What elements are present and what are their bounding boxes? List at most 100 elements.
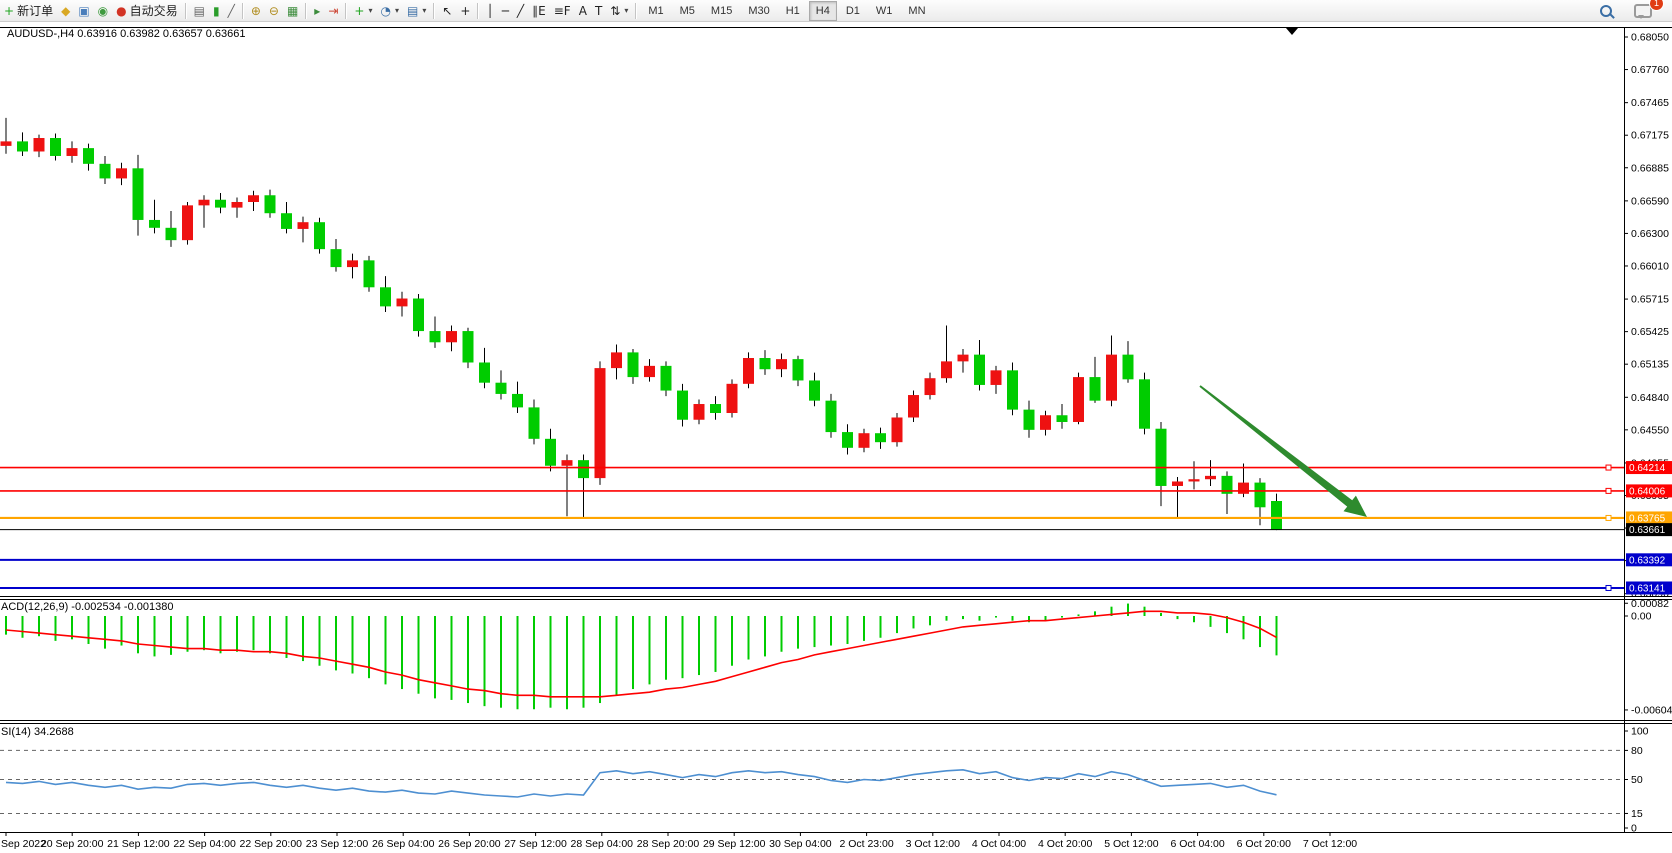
horizontal-line-icon: ─	[502, 2, 509, 20]
toolbar-separator	[305, 3, 307, 19]
timeframe-m5[interactable]: M5	[673, 1, 702, 21]
time-axis: Sep 202220 Sep 20:0021 Sep 12:0022 Sep 0…	[1, 833, 1357, 851]
chart-shift-icon: ⇥	[328, 2, 338, 20]
trend-arrow[interactable]	[1199, 385, 1367, 517]
svg-text:6 Oct 04:00: 6 Oct 04:00	[1170, 838, 1224, 850]
line-handle[interactable]	[1606, 465, 1611, 470]
svg-text:0.64214: 0.64214	[1629, 463, 1666, 474]
svg-text:28 Sep 20:00: 28 Sep 20:00	[637, 838, 700, 850]
text-button[interactable]: A	[575, 1, 591, 21]
channel-icon: ∥E	[532, 2, 546, 20]
toolbar-separator	[477, 3, 479, 19]
svg-text:26 Sep 20:00: 26 Sep 20:00	[438, 838, 501, 850]
line-chart-button[interactable]: ╱	[224, 1, 239, 21]
svg-text:4 Oct 04:00: 4 Oct 04:00	[972, 838, 1026, 850]
macd-label: ACD(12,26,9) -0.002534 -0.001380	[1, 601, 173, 613]
timeframe-h1[interactable]: H1	[779, 1, 807, 21]
autotrading-button[interactable]: ●自动交易	[112, 1, 182, 21]
search-button[interactable]	[1596, 1, 1616, 21]
toolbar-separator	[433, 3, 435, 19]
bar-chart-button[interactable]: ▤	[190, 1, 209, 21]
indicators-button[interactable]: +▾	[350, 1, 376, 21]
svg-text:0.67760: 0.67760	[1631, 64, 1669, 76]
timeframe-toolbar: M1M5M15M30H1H4D1W1MN	[640, 0, 933, 22]
crosshair-button[interactable]: +	[456, 1, 474, 21]
svg-text:0.63141: 0.63141	[1629, 583, 1666, 594]
timeframe-h4[interactable]: H4	[809, 1, 837, 21]
svg-text:0.63661: 0.63661	[1629, 525, 1666, 536]
macd-signal-line	[6, 611, 1277, 697]
svg-text:50: 50	[1631, 774, 1643, 786]
timeframe-m1[interactable]: M1	[641, 1, 670, 21]
horizontal-line-button[interactable]: ─	[498, 1, 513, 21]
svg-text:22 Sep 04:00: 22 Sep 04:00	[173, 838, 236, 850]
svg-text:0.63392: 0.63392	[1629, 555, 1666, 566]
svg-text:21 Sep 12:00: 21 Sep 12:00	[107, 838, 170, 850]
arrows-icon: ⇅	[610, 2, 620, 20]
vertical-line-button[interactable]: │	[482, 1, 497, 21]
templates-button[interactable]: ▤▾	[403, 1, 430, 21]
clock-icon: ◔	[380, 2, 390, 20]
arrows-button[interactable]: ⇅▾	[606, 1, 632, 21]
svg-text:0.00: 0.00	[1631, 611, 1652, 623]
svg-text:100: 100	[1631, 726, 1649, 738]
channel-button[interactable]: ∥E	[528, 1, 550, 21]
svg-text:2 Oct 23:00: 2 Oct 23:00	[839, 838, 893, 850]
text-label-button[interactable]: T	[591, 1, 606, 21]
line-handle[interactable]	[1606, 585, 1611, 590]
new-order-button[interactable]: +新订单	[0, 1, 57, 21]
zoom-out-icon: ⊖	[269, 2, 279, 20]
macd-pane: 0.000820.00 -0.006044	[6, 598, 1672, 717]
toolbar-separator	[242, 3, 244, 19]
timeframe-m30[interactable]: M30	[741, 1, 776, 21]
svg-text:-0.006044: -0.006044	[1631, 704, 1672, 716]
signal-button[interactable]: ◉	[94, 1, 112, 21]
svg-text:0: 0	[1631, 823, 1637, 835]
zoom-in-button[interactable]: ⊕	[247, 1, 265, 21]
svg-text:0.68050: 0.68050	[1631, 32, 1669, 44]
toolbar-separator	[185, 3, 187, 19]
profile-button[interactable]: ◆	[57, 1, 74, 21]
svg-text:0.67175: 0.67175	[1631, 130, 1669, 142]
svg-text:Sep 2022: Sep 2022	[1, 838, 46, 850]
zoom-out-button[interactable]: ⊖	[265, 1, 283, 21]
notifications-button[interactable]: 1	[1630, 1, 1656, 21]
candlestick-button[interactable]: ▮	[209, 1, 224, 21]
trendline-icon: ╱	[517, 2, 524, 20]
rsi-label: SI(14) 34.2688	[1, 726, 74, 738]
svg-text:0.65715: 0.65715	[1631, 294, 1669, 306]
svg-text:28 Sep 04:00: 28 Sep 04:00	[571, 838, 634, 850]
svg-text:0.00082: 0.00082	[1631, 598, 1669, 610]
auto-scroll-icon: ▸	[314, 2, 320, 20]
svg-text:5 Oct 12:00: 5 Oct 12:00	[1104, 838, 1158, 850]
chart-shift-button[interactable]: ⇥	[324, 1, 342, 21]
new-order-button-label: 新订单	[17, 2, 53, 19]
chart-shift-marker[interactable]	[1286, 28, 1298, 35]
svg-text:0.66590: 0.66590	[1631, 195, 1669, 207]
line-handle[interactable]	[1606, 515, 1611, 520]
svg-text:0.65135: 0.65135	[1631, 359, 1669, 371]
svg-text:4 Oct 20:00: 4 Oct 20:00	[1038, 838, 1092, 850]
market-watch-button[interactable]: ▣	[74, 1, 93, 21]
profile-icon: ◆	[61, 2, 70, 20]
fibonacci-button[interactable]: ≡F	[550, 1, 575, 21]
timeframe-d1[interactable]: D1	[839, 1, 867, 21]
auto-scroll-button[interactable]: ▸	[310, 1, 324, 21]
line-handle[interactable]	[1606, 488, 1611, 493]
timeframe-mn[interactable]: MN	[901, 1, 932, 21]
toolbar-separator	[345, 3, 347, 19]
trendline-button[interactable]: ╱	[513, 1, 528, 21]
horizontal-lines-layer[interactable]: 0.642140.640060.637650.636610.633920.631…	[0, 461, 1672, 594]
notification-badge: 1	[1649, 0, 1664, 11]
crosshair-icon: +	[460, 2, 470, 20]
chart-canvas[interactable]: 0.680500.677600.674650.671750.668850.665…	[0, 22, 1672, 853]
text-icon: A	[579, 2, 587, 20]
tile-windows-button[interactable]: ▦	[283, 1, 302, 21]
cursor-button[interactable]: ↖	[438, 1, 456, 21]
periods-button[interactable]: ◔▾	[376, 1, 403, 21]
vertical-line-icon: │	[486, 2, 493, 20]
timeframe-w1[interactable]: W1	[869, 1, 900, 21]
svg-text:0.66885: 0.66885	[1631, 162, 1669, 174]
timeframe-m15[interactable]: M15	[704, 1, 739, 21]
svg-text:0.66010: 0.66010	[1631, 260, 1669, 272]
